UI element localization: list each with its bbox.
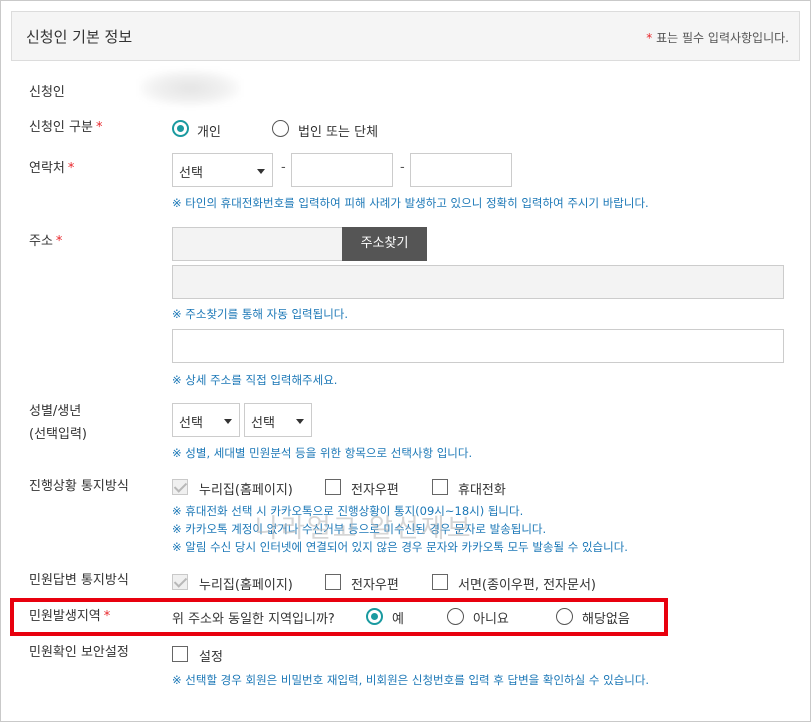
address-auto-hint: ※ 주소찾기를 통해 자동 입력됩니다. — [172, 307, 349, 321]
applicant-type-label: 신청인 구분 * — [29, 119, 102, 137]
security-checkbox[interactable] — [172, 646, 188, 662]
applicant-name-blurred — [140, 70, 240, 106]
phone-prefix-value: 선택 — [179, 166, 203, 181]
region-no-label[interactable]: 아니요 — [473, 608, 509, 627]
postcode-input[interactable] — [172, 227, 343, 261]
security-hint: ※ 선택할 경우 회원은 비밀번호 재입력, 비회원은 신청번호를 입력 후 답… — [172, 673, 650, 687]
gender-select[interactable]: 선택 — [172, 403, 240, 437]
chevron-down-icon — [224, 419, 232, 424]
applicant-label: 신청인 — [29, 85, 65, 100]
security-label: 민원확인 보안설정 — [29, 645, 129, 660]
phone-dash-1: - — [281, 160, 286, 175]
progress-mobile-label[interactable]: 휴대전화 — [458, 479, 506, 498]
find-address-button[interactable]: 주소찾기 — [342, 227, 427, 261]
radio-individual-label[interactable]: 개인 — [197, 121, 221, 140]
address-label: 주소 * — [29, 233, 62, 251]
required-mark: * — [67, 161, 75, 176]
contact-label-text: 연락처 — [29, 161, 65, 176]
radio-corporation[interactable] — [272, 120, 289, 137]
region-na-label[interactable]: 해당없음 — [582, 608, 630, 627]
region-question: 위 주소와 동일한 지역입니까? — [172, 612, 335, 627]
contact-hint: ※ 타인의 휴대전화번호를 입력하여 피해 사례가 발생하고 있으니 정확히 입… — [172, 196, 649, 210]
region-no-radio[interactable] — [447, 608, 464, 625]
reply-paper-checkbox[interactable] — [432, 574, 448, 590]
reply-notice-label: 민원답변 통지방식 — [29, 573, 129, 588]
reply-web-label[interactable]: 누리집(홈페이지) — [199, 574, 293, 593]
region-yes-label[interactable]: 예 — [392, 608, 404, 627]
required-mark: * — [103, 609, 111, 624]
chevron-down-icon — [296, 419, 304, 424]
address-main-input[interactable] — [172, 265, 784, 299]
gender-year-label-2: (선택입력) — [29, 427, 87, 442]
section-header: 신청인 기본 정보 * 표는 필수 입력사항입니다. — [11, 11, 800, 61]
reply-web-checkbox[interactable] — [172, 574, 188, 590]
phone-middle-input[interactable] — [291, 153, 393, 187]
gender-select-value: 선택 — [179, 416, 203, 431]
progress-notice-label: 진행상황 통지방식 — [29, 479, 129, 494]
gender-year-hint: ※ 성별, 세대별 민원분석 등을 위한 항목으로 선택사항 입니다. — [172, 446, 473, 460]
watermark: 나라얼고 알선제보 — [255, 514, 473, 544]
security-option-label[interactable]: 설정 — [199, 646, 223, 665]
birth-year-select[interactable]: 선택 — [244, 403, 312, 437]
contact-label: 연락처 * — [29, 160, 74, 178]
region-na-radio[interactable] — [556, 608, 573, 625]
reply-paper-label[interactable]: 서면(종이우편, 전자문서) — [458, 574, 596, 593]
chevron-down-icon — [257, 169, 265, 174]
radio-individual[interactable] — [172, 120, 189, 137]
phone-dash-2: - — [400, 160, 405, 175]
required-note: * 표는 필수 입력사항입니다. — [646, 29, 789, 46]
reply-email-checkbox[interactable] — [325, 574, 341, 590]
complaint-region-label: 민원발생지역 * — [29, 608, 110, 626]
progress-web-checkbox[interactable] — [172, 479, 188, 495]
phone-last-input[interactable] — [410, 153, 512, 187]
complaint-region-label-text: 민원발생지역 — [29, 609, 101, 624]
progress-email-checkbox[interactable] — [325, 479, 341, 495]
progress-email-label[interactable]: 전자우편 — [351, 479, 399, 498]
progress-mobile-checkbox[interactable] — [432, 479, 448, 495]
required-mark: * — [55, 234, 63, 249]
gender-year-label-1: 성별/생년 — [29, 404, 82, 419]
radio-corporation-label[interactable]: 법인 또는 단체 — [298, 121, 378, 140]
section-title: 신청인 기본 정보 — [26, 28, 133, 46]
address-label-text: 주소 — [29, 234, 53, 249]
reply-email-label[interactable]: 전자우편 — [351, 574, 399, 593]
required-mark: * — [95, 120, 103, 135]
phone-prefix-select[interactable]: 선택 — [172, 153, 273, 187]
birth-year-select-value: 선택 — [251, 416, 275, 431]
address-detail-input[interactable] — [172, 329, 784, 363]
progress-web-label[interactable]: 누리집(홈페이지) — [199, 479, 293, 498]
address-detail-hint: ※ 상세 주소를 직접 입력해주세요. — [172, 373, 338, 387]
region-yes-radio[interactable] — [366, 608, 383, 625]
required-note-text: 표는 필수 입력사항입니다. — [652, 31, 789, 45]
applicant-type-label-text: 신청인 구분 — [29, 120, 93, 135]
